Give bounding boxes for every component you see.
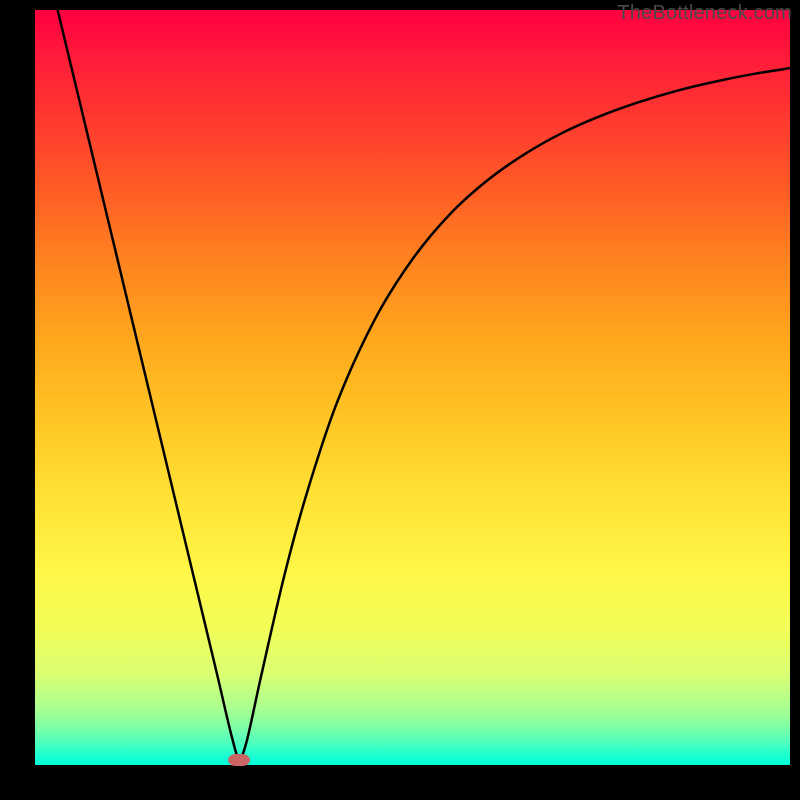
bottleneck-curve bbox=[35, 10, 790, 765]
watermark-text: TheBottleneck.com bbox=[617, 2, 792, 25]
chart-frame: TheBottleneck.com bbox=[0, 0, 800, 800]
optimal-point-marker bbox=[228, 754, 250, 766]
plot-area bbox=[35, 10, 790, 765]
